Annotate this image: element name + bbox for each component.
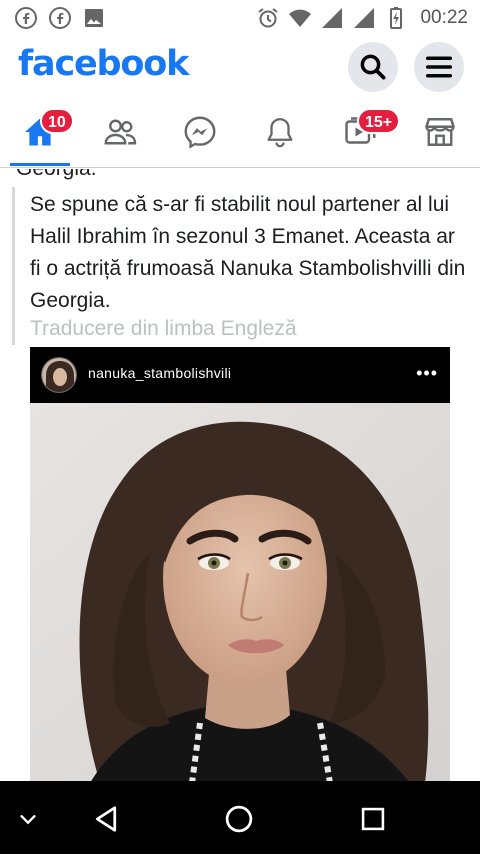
instagram-username[interactable]: nanuka_stambolishvili	[88, 365, 231, 381]
signal-icon	[322, 8, 343, 28]
status-right-icons: 00:22	[256, 6, 468, 30]
nav-watch-badge: 15+	[357, 108, 401, 134]
battery-icon	[390, 7, 403, 29]
status-left-icons	[14, 6, 106, 30]
embedded-instagram-post[interactable]: nanuka_stambolishvili •••	[30, 347, 450, 781]
recents-icon	[361, 807, 385, 831]
nav-messenger[interactable]	[160, 98, 240, 166]
facebook-icon	[15, 7, 37, 29]
facebook-logo[interactable]: facebook	[18, 44, 189, 84]
home-circle-icon	[225, 805, 253, 833]
system-navigation-bar	[0, 781, 480, 854]
home-button[interactable]	[219, 799, 259, 839]
nav-watch[interactable]: 15+	[320, 98, 401, 166]
recents-button[interactable]	[353, 799, 393, 839]
nav-friends[interactable]	[80, 98, 160, 166]
menu-icon	[426, 56, 452, 78]
avatar[interactable]	[41, 357, 77, 393]
facebook-icon	[49, 7, 71, 29]
status-time: 00:22	[420, 7, 468, 28]
signal-icon	[354, 8, 375, 28]
nav-notifications[interactable]	[240, 98, 320, 166]
messenger-icon	[184, 116, 216, 149]
main-nav: 10 15+	[0, 98, 480, 168]
search-button[interactable]	[348, 42, 398, 92]
menu-button[interactable]	[414, 42, 464, 92]
store-icon	[425, 118, 455, 146]
bell-icon	[267, 118, 293, 148]
wifi-icon	[289, 9, 312, 27]
feed-content[interactable]: Georgia. Se spune că s-ar fi stabilit no…	[0, 169, 480, 781]
nav-home-badge: 10	[40, 108, 74, 134]
quote-bar	[12, 187, 15, 345]
status-bar: 00:22	[0, 0, 480, 36]
image-icon	[85, 9, 103, 27]
friends-icon	[104, 119, 137, 145]
more-icon[interactable]: •••	[416, 363, 438, 384]
back-icon	[95, 806, 117, 832]
previous-text-fragment: Georgia.	[16, 169, 97, 181]
nav-marketplace[interactable]	[400, 98, 480, 166]
top-header: facebook	[0, 36, 480, 98]
alarm-icon	[258, 8, 279, 28]
translation-link[interactable]: Traducere din limba Engleză	[30, 317, 297, 341]
chevron-down-button[interactable]	[8, 799, 48, 839]
search-icon	[360, 54, 386, 80]
instagram-header: nanuka_stambolishvili •••	[30, 347, 450, 403]
chevron-down-icon	[20, 815, 36, 825]
back-button[interactable]	[86, 799, 126, 839]
nav-home[interactable]: 10	[0, 98, 80, 166]
post-text: Se spune că s-ar fi stabilit noul parten…	[30, 193, 466, 312]
post-photo[interactable]	[30, 403, 450, 781]
